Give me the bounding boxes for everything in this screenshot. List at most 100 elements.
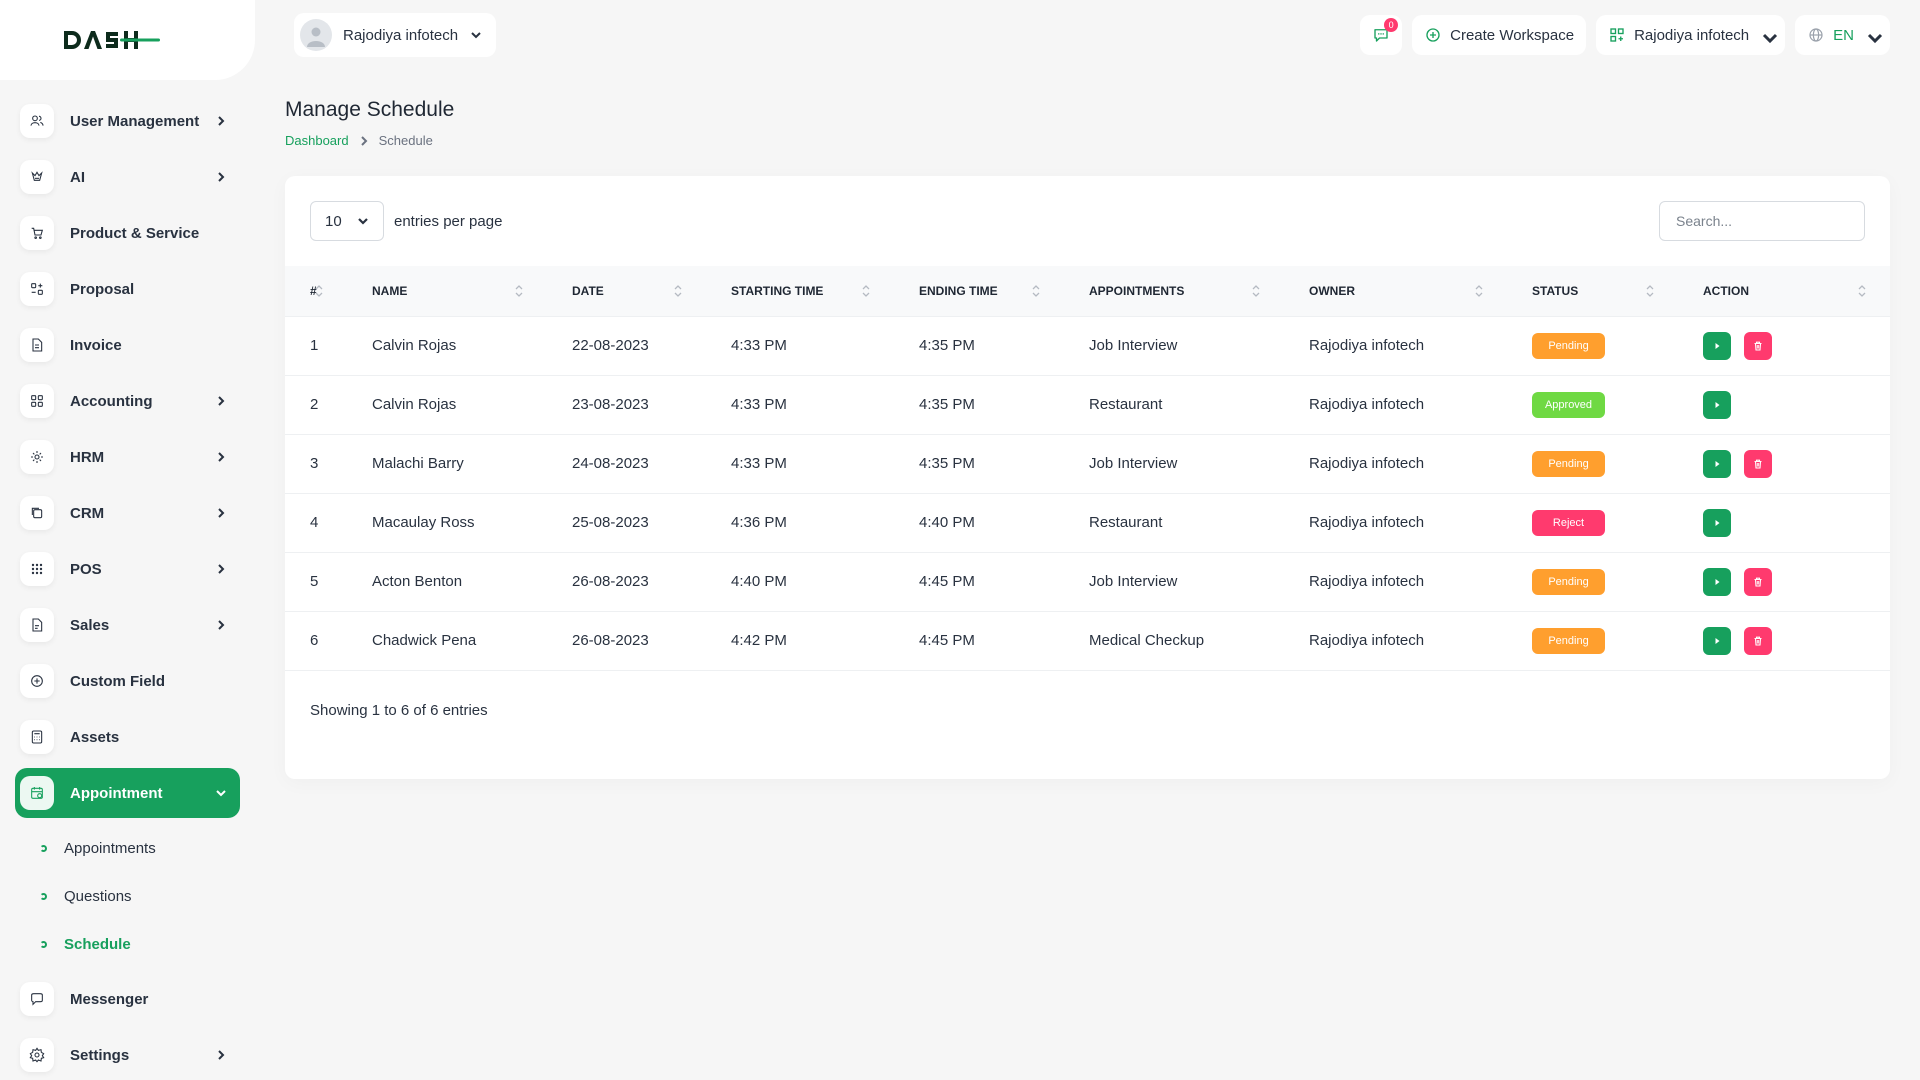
- cart-icon: [20, 216, 54, 250]
- sidebar-item-hrm[interactable]: HRM: [15, 432, 240, 482]
- chevron-right-icon: [214, 394, 228, 408]
- play-icon: [1711, 340, 1723, 352]
- sidebar-item-label: HRM: [70, 448, 105, 466]
- end-time-cell: 4:45 PM: [919, 573, 975, 590]
- sidebar-item-label: CRM: [70, 504, 105, 522]
- bullet-icon: [40, 940, 47, 948]
- sidebar-item-accounting[interactable]: Accounting: [15, 376, 240, 426]
- end-time-cell: 4:35 PM: [919, 455, 975, 472]
- create-workspace-button[interactable]: Create Workspace: [1412, 15, 1587, 55]
- sidebar-item-user-management[interactable]: User Management: [15, 96, 240, 146]
- dash-logo-icon: [64, 31, 160, 49]
- per-page-value: 10: [325, 212, 342, 230]
- status-cell: Pending: [1507, 552, 1678, 611]
- table-row: 3 Malachi Barry 24-08-2023 4:33 PM 4:35 PM Jo…: [285, 434, 1890, 493]
- sidebar-item-label: Custom Field: [70, 672, 166, 690]
- sidebar-item-messenger[interactable]: Messenger: [15, 974, 240, 1024]
- sort-icon: [862, 284, 870, 298]
- column-header-number[interactable]: #: [285, 266, 347, 316]
- table-body: 1 Calvin Rojas 22-08-2023 4:33 PM 4:35 PM Job…: [285, 316, 1890, 670]
- delete-schedule-button[interactable]: [1744, 449, 1772, 478]
- row-number: 4: [310, 514, 319, 531]
- chevron-right-icon: [214, 562, 228, 576]
- column-header-date[interactable]: DATE: [547, 266, 706, 316]
- workspace-switcher[interactable]: Rajodiya infotech: [1596, 15, 1786, 55]
- column-header-label: STARTING TIME: [731, 283, 824, 298]
- date-cell: 23-08-2023: [572, 396, 649, 413]
- date-cell: 25-08-2023: [572, 514, 649, 531]
- view-schedule-button[interactable]: [1703, 331, 1731, 360]
- sidebar-item-pos[interactable]: POS: [15, 544, 240, 594]
- column-header-appointments[interactable]: APPOINTMENTS: [1064, 266, 1284, 316]
- schedule-card: 10 entries per page # NAME DATE STARTING TI…: [285, 176, 1890, 779]
- status-badge: Pending: [1532, 450, 1605, 477]
- column-header-label: OWNER: [1309, 283, 1355, 298]
- column-header-name[interactable]: NAME: [347, 266, 547, 316]
- language-switcher[interactable]: EN: [1795, 15, 1890, 55]
- breadcrumb-current: Schedule: [378, 133, 433, 148]
- appointment-cell: Job Interview: [1089, 455, 1178, 472]
- breadcrumb-dashboard-link[interactable]: Dashboard: [285, 133, 349, 148]
- name-cell: Chadwick Pena: [372, 632, 477, 649]
- status-cell: Pending: [1507, 611, 1678, 670]
- name-cell: Malachi Barry: [372, 455, 464, 472]
- user-menu[interactable]: Rajodiya infotech: [294, 13, 497, 57]
- delete-schedule-button[interactable]: [1744, 626, 1772, 655]
- column-header-owner[interactable]: OWNER: [1284, 266, 1507, 316]
- status-badge: Pending: [1532, 332, 1605, 359]
- chevron-right-icon: [214, 618, 228, 632]
- action-cell: [1678, 434, 1890, 493]
- row-number: 2: [310, 396, 319, 413]
- action-cell: [1678, 611, 1890, 670]
- column-header-status[interactable]: STATUS: [1507, 266, 1678, 316]
- column-header-starting-time[interactable]: STARTING TIME: [706, 266, 894, 316]
- chevron-right-icon: [214, 1048, 228, 1062]
- sort-icon: [1252, 284, 1260, 298]
- submenu-item-schedule[interactable]: Schedule: [0, 920, 255, 968]
- column-header-ending-time[interactable]: ENDING TIME: [894, 266, 1064, 316]
- chevron-down-icon: [1761, 29, 1778, 44]
- action-cell: [1678, 375, 1890, 434]
- chevron-right-icon: [214, 450, 228, 464]
- appointment-submenu: Appointments Questions Schedule: [0, 824, 255, 968]
- sort-icon: [1032, 284, 1040, 298]
- sidebar-item-product-and-service[interactable]: Product & Service: [15, 208, 240, 258]
- messages-button[interactable]: 0: [1360, 15, 1403, 55]
- header-actions: 0 Create Workspace Rajodiya infotech EN: [1350, 15, 1890, 55]
- view-schedule-button[interactable]: [1703, 390, 1731, 419]
- sidebar: User Management AI Product & Service Propos…: [0, 0, 255, 1080]
- chat-icon: [20, 982, 54, 1016]
- appointment-cell: Restaurant: [1089, 514, 1163, 531]
- view-schedule-button[interactable]: [1703, 508, 1731, 537]
- sidebar-item-ai[interactable]: AI: [15, 152, 240, 202]
- sidebar-nav: User Management AI Product & Service Propos…: [0, 80, 255, 1080]
- sidebar-item-label: Product & Service: [70, 224, 200, 242]
- sidebar-item-custom-field[interactable]: Custom Field: [15, 656, 240, 706]
- submenu-item-appointments[interactable]: Appointments: [0, 824, 255, 872]
- delete-schedule-button[interactable]: [1744, 567, 1772, 596]
- sidebar-item-settings[interactable]: Settings: [15, 1030, 240, 1080]
- brand-logo[interactable]: [0, 0, 255, 80]
- column-header-action[interactable]: ACTION: [1678, 266, 1890, 316]
- sidebar-item-assets[interactable]: Assets: [15, 712, 240, 762]
- chevron-down-icon: [358, 218, 368, 225]
- play-icon: [1711, 576, 1723, 588]
- status-cell: Reject: [1507, 493, 1678, 552]
- sidebar-item-crm[interactable]: CRM: [15, 488, 240, 538]
- delete-schedule-button[interactable]: [1744, 331, 1772, 360]
- search-input[interactable]: [1659, 201, 1865, 241]
- date-cell: 26-08-2023: [572, 573, 649, 590]
- sidebar-item-invoice[interactable]: Invoice: [15, 320, 240, 370]
- sidebar-item-sales[interactable]: Sales: [15, 600, 240, 650]
- table-row: 1 Calvin Rojas 22-08-2023 4:33 PM 4:35 PM Job…: [285, 316, 1890, 375]
- trash-icon: [1752, 458, 1764, 470]
- sidebar-item-appointment[interactable]: Appointment: [15, 768, 240, 818]
- status-badge: Pending: [1532, 568, 1605, 595]
- submenu-item-questions[interactable]: Questions: [0, 872, 255, 920]
- sidebar-item-proposal[interactable]: Proposal: [15, 264, 240, 314]
- user-avatar-icon: [307, 27, 325, 47]
- view-schedule-button[interactable]: [1703, 449, 1731, 478]
- view-schedule-button[interactable]: [1703, 626, 1731, 655]
- per-page-select[interactable]: 10: [310, 201, 384, 241]
- view-schedule-button[interactable]: [1703, 567, 1731, 596]
